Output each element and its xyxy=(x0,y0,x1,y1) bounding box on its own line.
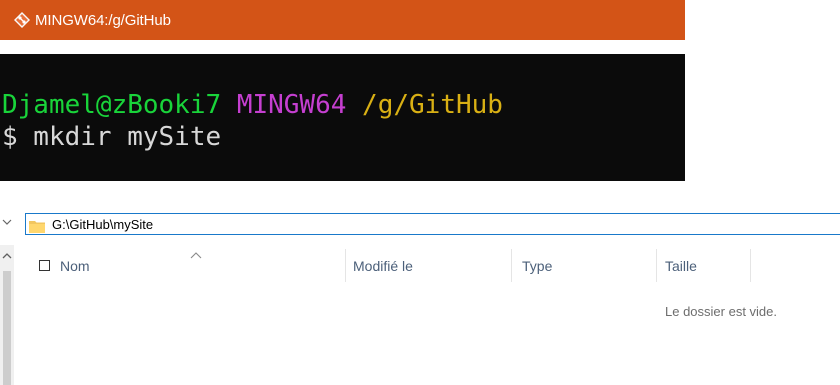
column-header-name[interactable]: Nom xyxy=(60,258,90,274)
prompt-env: MINGW64 xyxy=(236,90,347,120)
terminal-prompt-line: Djamel@zBooki7 MINGW64 /g/GitHub xyxy=(2,90,503,121)
prompt-user-host: Djamel@zBooki7 xyxy=(2,90,222,120)
folder-icon xyxy=(29,218,45,233)
chevron-down-icon[interactable] xyxy=(2,217,14,229)
column-divider[interactable] xyxy=(511,249,512,282)
terminal-titlebar[interactable]: MINGW64:/g/GitHub xyxy=(0,0,685,40)
column-divider[interactable] xyxy=(656,249,657,282)
terminal-console[interactable]: Djamel@zBooki7 MINGW64 /g/GitHub $ mkdir… xyxy=(0,54,685,181)
terminal-title: MINGW64:/g/GitHub xyxy=(35,11,171,29)
scrollbar-thumb[interactable] xyxy=(3,271,11,385)
sort-ascending-icon xyxy=(189,245,203,259)
column-divider[interactable] xyxy=(345,249,346,282)
address-bar[interactable]: G:\GitHub\mySite xyxy=(25,213,840,235)
git-icon xyxy=(13,11,31,29)
scroll-up-icon[interactable] xyxy=(2,250,12,263)
terminal-window: MINGW64:/g/GitHub Djamel@zBooki7 MINGW64… xyxy=(0,0,685,181)
column-header-modified[interactable]: Modifié le xyxy=(353,258,413,274)
empty-folder-message: Le dossier est vide. xyxy=(665,304,778,319)
address-path: G:\GitHub\mySite xyxy=(52,216,154,232)
column-header-type[interactable]: Type xyxy=(522,258,552,274)
column-divider[interactable] xyxy=(750,249,751,282)
column-header-row: Nom Modifié le Type Taille xyxy=(25,249,840,283)
terminal-command-line: $ mkdir mySite xyxy=(2,122,222,152)
prompt-path: /g/GitHub xyxy=(362,90,503,120)
column-header-size[interactable]: Taille xyxy=(665,258,697,274)
select-all-checkbox[interactable] xyxy=(39,260,50,271)
